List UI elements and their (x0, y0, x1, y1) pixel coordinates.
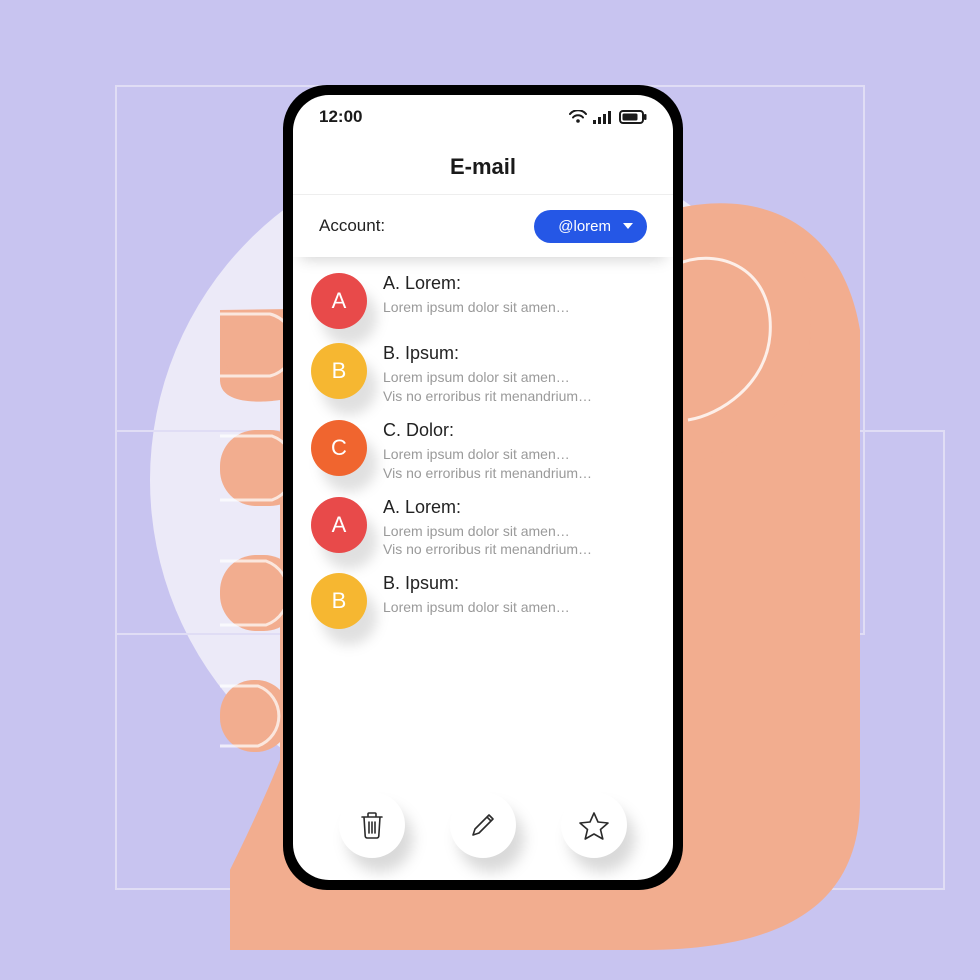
email-sender: B. Ipsum: (383, 573, 655, 594)
account-selected-value: @lorem (558, 218, 611, 235)
account-selector-row: Account: @lorem (293, 195, 673, 257)
compose-button[interactable] (450, 792, 516, 858)
status-icons (569, 110, 647, 124)
avatar-wrap: A (311, 497, 367, 553)
sender-avatar: C (311, 420, 367, 476)
email-item[interactable]: B B. Ipsum: Lorem ipsum dolor sit amen…Vis… (311, 343, 655, 406)
star-icon (578, 810, 610, 840)
phone-screen: 12:00 (293, 95, 673, 880)
sender-avatar: B (311, 343, 367, 399)
sender-avatar: B (311, 573, 367, 629)
phone-frame: 12:00 (283, 85, 683, 890)
email-sender: C. Dolor: (383, 420, 655, 441)
bottom-toolbar (293, 784, 673, 880)
email-preview-line: Lorem ipsum dolor sit amen… (383, 298, 655, 317)
email-text: A. Lorem: Lorem ipsum dolor sit amen… (383, 273, 655, 317)
email-text: A. Lorem: Lorem ipsum dolor sit amen…Vis … (383, 497, 655, 560)
email-sender: B. Ipsum: (383, 343, 655, 364)
app-header: E-mail (293, 139, 673, 195)
email-preview-line: Vis no erroribus rit menandrium… (383, 464, 655, 483)
page-title: E-mail (450, 154, 516, 180)
favorite-button[interactable] (561, 792, 627, 858)
email-preview-line: Lorem ipsum dolor sit amen… (383, 445, 655, 464)
signal-icon (593, 110, 613, 124)
avatar-wrap: B (311, 343, 367, 399)
status-time: 12:00 (319, 107, 362, 127)
avatar-wrap: C (311, 420, 367, 476)
email-item[interactable]: A A. Lorem: Lorem ipsum dolor sit amen… (311, 273, 655, 329)
avatar-wrap: A (311, 273, 367, 329)
sender-avatar: A (311, 497, 367, 553)
delete-button[interactable] (339, 792, 405, 858)
battery-icon (619, 110, 647, 124)
email-text: C. Dolor: Lorem ipsum dolor sit amen…Vis … (383, 420, 655, 483)
chevron-down-icon (623, 223, 633, 229)
email-preview-line: Lorem ipsum dolor sit amen… (383, 368, 655, 387)
email-text: B. Ipsum: Lorem ipsum dolor sit amen… (383, 573, 655, 617)
account-label: Account: (319, 216, 385, 236)
email-text: B. Ipsum: Lorem ipsum dolor sit amen…Vis … (383, 343, 655, 406)
email-preview-line: Lorem ipsum dolor sit amen… (383, 522, 655, 541)
email-preview-line: Vis no erroribus rit menandrium… (383, 387, 655, 406)
wifi-icon (569, 110, 587, 124)
trash-icon (358, 810, 386, 840)
email-item[interactable]: A A. Lorem: Lorem ipsum dolor sit amen…Vis… (311, 497, 655, 560)
email-preview-line: Lorem ipsum dolor sit amen… (383, 598, 655, 617)
avatar-wrap: B (311, 573, 367, 629)
email-sender: A. Lorem: (383, 497, 655, 518)
account-dropdown[interactable]: @lorem (534, 210, 647, 243)
email-list: A A. Lorem: Lorem ipsum dolor sit amen… B B.… (293, 257, 673, 784)
status-bar: 12:00 (293, 95, 673, 139)
email-preview-line: Vis no erroribus rit menandrium… (383, 540, 655, 559)
email-item[interactable]: B B. Ipsum: Lorem ipsum dolor sit amen… (311, 573, 655, 629)
email-item[interactable]: C C. Dolor: Lorem ipsum dolor sit amen…Vis… (311, 420, 655, 483)
pencil-icon (468, 810, 498, 840)
email-sender: A. Lorem: (383, 273, 655, 294)
sender-avatar: A (311, 273, 367, 329)
